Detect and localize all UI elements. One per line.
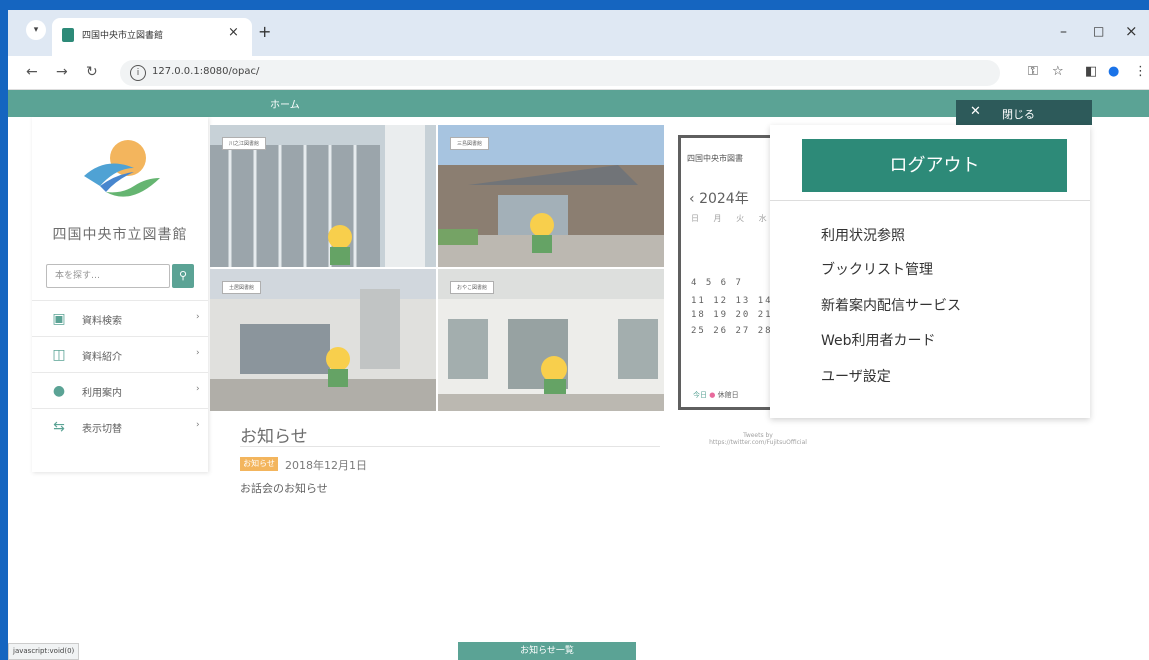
- close-panel-button[interactable]: ✕ 閉じる: [956, 100, 1092, 125]
- tab-strip: ▾ 四国中央市立図書館 × + – □ ×: [8, 10, 1149, 56]
- address-bar: ← → ↻ i 127.0.0.1:8080/opac/ ⚿ ☆ ◧ ● ⋮: [8, 56, 1149, 90]
- forward-icon[interactable]: →: [56, 64, 68, 80]
- booklist-link[interactable]: ブックリスト管理: [821, 259, 933, 279]
- tab-search-icon[interactable]: ▾: [26, 20, 46, 40]
- reload-icon[interactable]: ↻: [86, 64, 98, 80]
- close-icon: ✕: [970, 104, 981, 119]
- tab-close-icon[interactable]: ×: [228, 25, 239, 40]
- bookmark-star-icon[interactable]: ☆: [1052, 64, 1064, 79]
- user-settings-link[interactable]: ユーザ設定: [821, 366, 891, 386]
- window-close-icon[interactable]: ×: [1125, 22, 1138, 40]
- url-text: 127.0.0.1:8080/opac/: [152, 66, 260, 77]
- minimize-icon[interactable]: –: [1060, 24, 1067, 40]
- account-panel: ログアウト 利用状況参照 ブックリスト管理 新着案内配信サービス Web利用者カ…: [770, 125, 1090, 418]
- web-card-link[interactable]: Web利用者カード: [821, 330, 936, 350]
- menu-kebab-icon[interactable]: ⋮: [1134, 64, 1147, 79]
- tab-title: 四国中央市立図書館: [82, 31, 164, 41]
- new-arrivals-link[interactable]: 新着案内配信サービス: [821, 295, 961, 315]
- panel-divider: [770, 200, 1090, 201]
- new-tab-icon[interactable]: +: [258, 22, 271, 41]
- browser-tab[interactable]: 四国中央市立図書館 ×: [52, 18, 252, 56]
- close-label: 閉じる: [1002, 108, 1035, 121]
- password-key-icon[interactable]: ⚿: [1028, 64, 1038, 79]
- logout-button[interactable]: ログアウト: [802, 139, 1067, 192]
- favicon-icon: [62, 28, 74, 42]
- side-panel-icon[interactable]: ◧: [1085, 64, 1097, 79]
- usage-status-link[interactable]: 利用状況参照: [821, 225, 905, 245]
- page-content: ホーム 四国中央市立図書館 ⚲ ▣ 資料検索 › ◫ 資料紹介 ›: [8, 90, 1149, 660]
- maximize-icon[interactable]: □: [1093, 24, 1104, 38]
- site-info-icon[interactable]: i: [130, 65, 146, 81]
- browser-window: ▾ 四国中央市立図書館 × + – □ × ← → ↻ i 127.0.0.1:…: [8, 10, 1149, 660]
- profile-icon[interactable]: ●: [1108, 64, 1119, 79]
- url-field[interactable]: i 127.0.0.1:8080/opac/: [120, 60, 1000, 86]
- status-bar-url: javascript:void(0): [8, 643, 80, 660]
- back-icon[interactable]: ←: [26, 64, 38, 80]
